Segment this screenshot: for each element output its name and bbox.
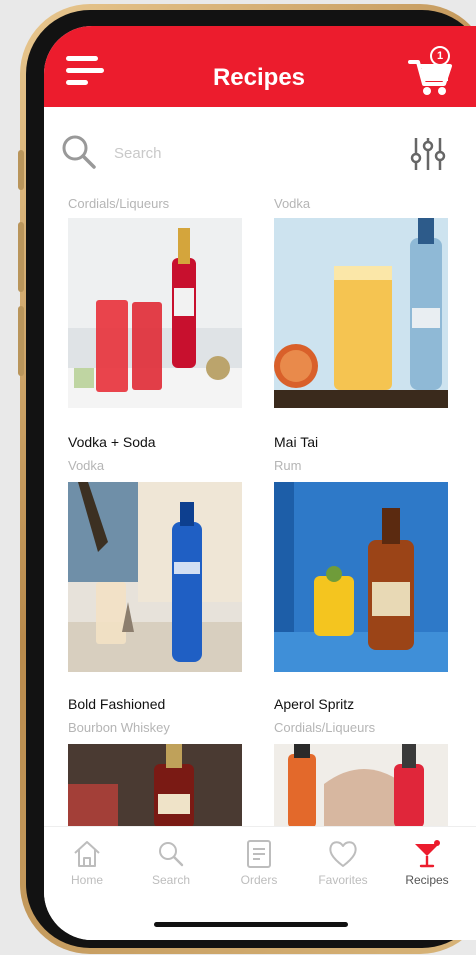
recipe-category: Vodka [274,196,311,211]
recipe-title: Vodka + Soda [68,434,156,450]
filter-button[interactable] [408,134,448,174]
nav-label: Favorites [318,873,368,887]
appleton-rum-cocktail-image [274,482,448,672]
nav-label: Search [151,873,191,887]
nav-label: Orders [240,873,278,887]
recipe-category: Vodka [68,458,105,473]
orders-icon [247,840,271,868]
phone-volume-up-button [18,222,24,292]
filter-sliders-icon [410,138,446,170]
phone-volume-down-button [18,306,24,376]
home-indicator [154,922,348,927]
search-input[interactable] [112,139,376,167]
recipe-category: Cordials/Liqueurs [274,720,376,735]
recipe-title: Mai Tai [274,434,319,450]
skyy-vodka-pour-image [68,482,242,672]
phone-mute-switch [18,150,24,190]
recipe-title: Aperol Spritz [274,696,355,712]
aperol-bottle-image [274,744,448,828]
bourbon-bottle-image [68,744,242,828]
recipe-category: Cordials/Liqueurs [68,196,170,211]
search-bar[interactable] [60,131,380,175]
app-header: Recipes 1 [44,26,476,107]
nav-item-recipes[interactable]: Recipes [392,839,462,895]
recipe-title: Bold Fashioned [68,696,166,712]
nav-item-home[interactable]: Home [52,839,122,895]
nav-label: Home [70,873,103,887]
recipe-category: Rum [274,458,302,473]
search-icon [159,842,184,867]
cart-count-badge: 1 [430,46,450,66]
nav-label: Recipes [405,873,449,887]
cart-button[interactable]: 1 [408,46,458,98]
heart-icon [329,841,357,867]
recipe-category: Bourbon Whiskey [68,720,170,735]
nav-item-search[interactable]: Search [136,839,206,895]
home-icon [74,841,100,867]
campari-red-highball-image [68,218,242,408]
app-screen: Recipes 1 Cordials/Liqueurs [44,26,476,940]
nav-item-favorites[interactable]: Favorites [308,839,378,895]
skyy-orange-highball-image [274,218,448,408]
cocktail-glass-icon [415,840,440,868]
nav-item-orders[interactable]: Orders [224,839,294,895]
menu-icon [66,56,98,61]
search-icon [62,135,96,169]
